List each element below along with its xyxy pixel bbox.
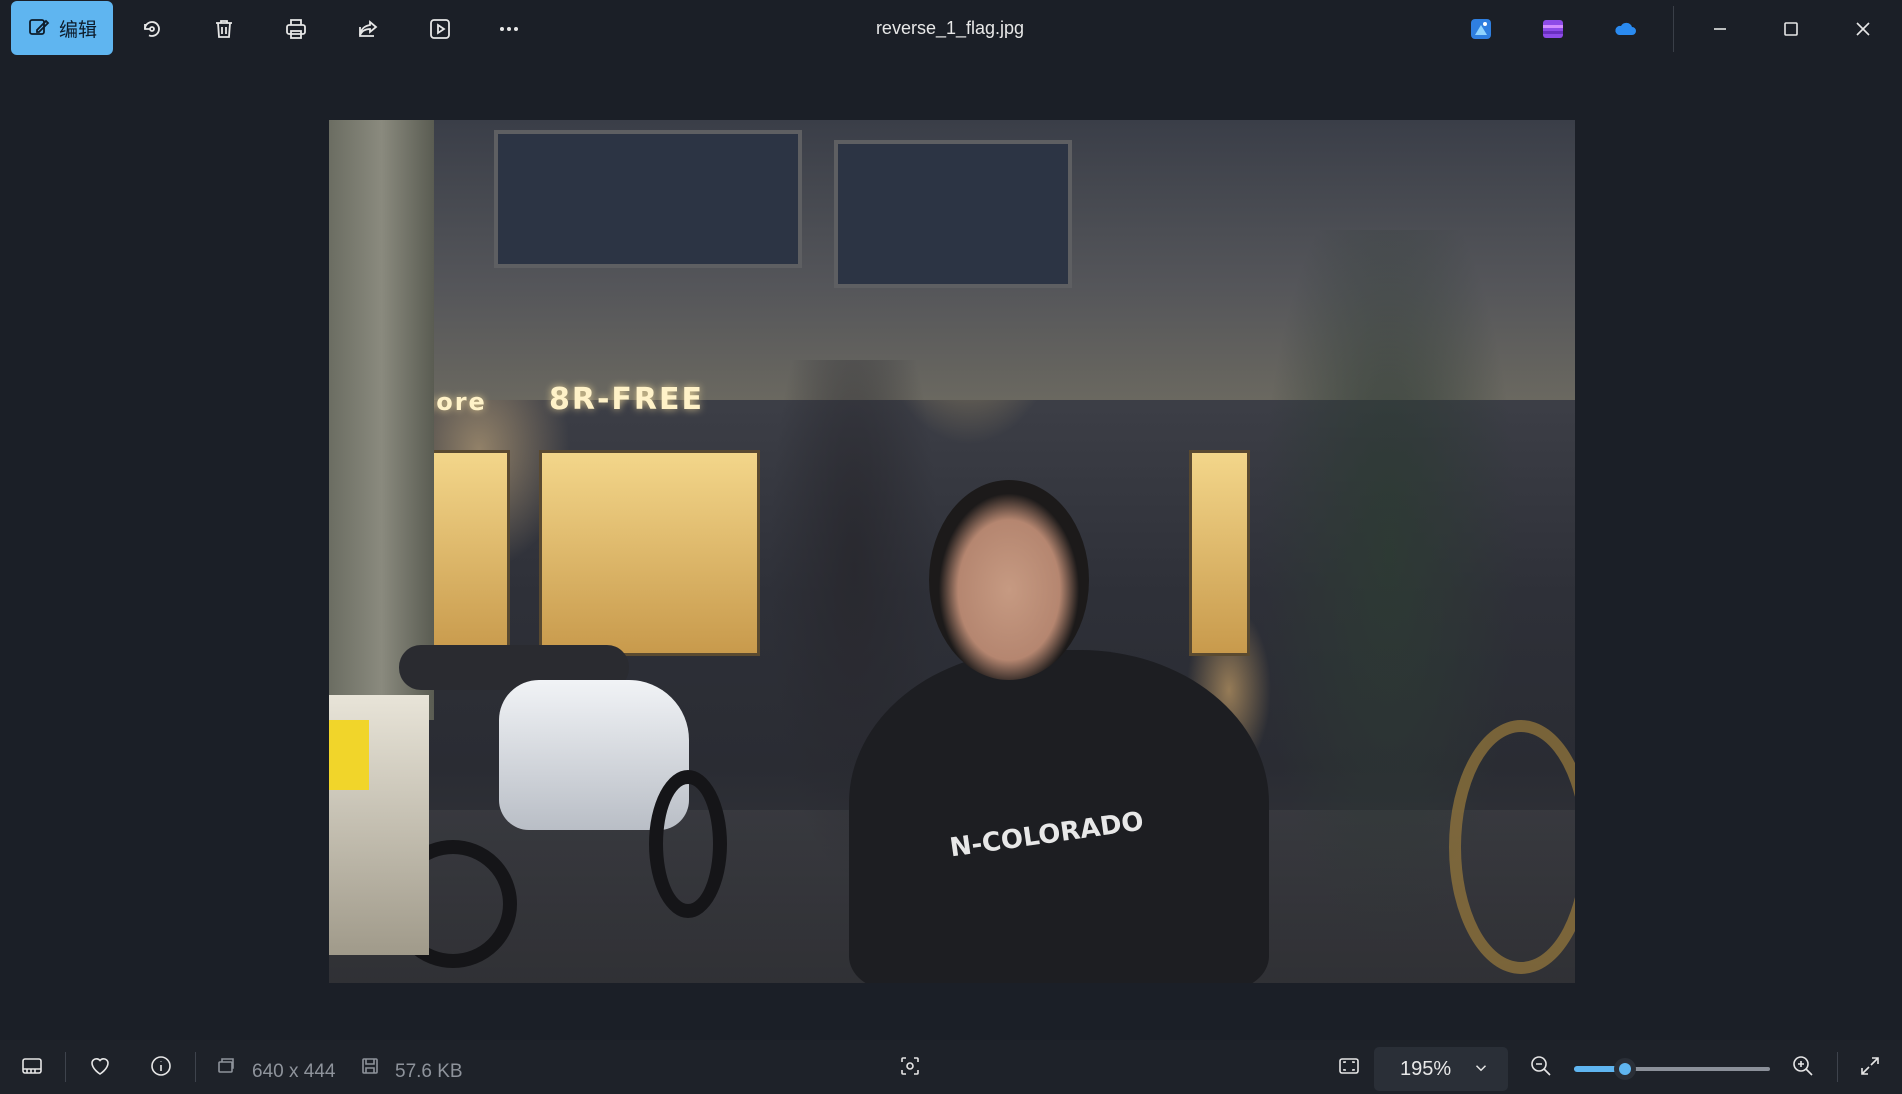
- top-toolbar: 编辑 reverse_1_flag.jpg: [0, 0, 1902, 58]
- building-window: [494, 130, 802, 268]
- edit-label: 编辑: [58, 19, 97, 41]
- zoom-level-dropdown[interactable]: 195%: [1374, 1047, 1508, 1091]
- favorite-button[interactable]: [82, 1048, 118, 1084]
- designer-button[interactable]: [1462, 10, 1500, 48]
- slideshow-button[interactable]: [421, 10, 459, 48]
- fullscreen-button[interactable]: [1852, 1048, 1888, 1084]
- toolbar-divider: [1673, 6, 1674, 52]
- woman-hoodie: [849, 650, 1269, 983]
- shop-sign-right: 8R-FREE: [549, 382, 705, 417]
- close-button[interactable]: [1844, 10, 1882, 48]
- more-icon: [500, 27, 518, 31]
- scooter-wheel: [649, 770, 727, 918]
- minimize-icon: [1714, 28, 1726, 30]
- status-divider: [65, 1052, 66, 1082]
- dimensions-icon-wrap: [208, 1048, 244, 1084]
- maximize-icon: [1784, 22, 1798, 36]
- slideshow-icon: [430, 19, 450, 39]
- close-icon: [1856, 22, 1870, 36]
- chevron-down-icon: [1475, 1065, 1487, 1072]
- print-icon: [286, 19, 306, 39]
- rotate-button[interactable]: [133, 10, 171, 48]
- filmstrip-icon: [22, 1058, 42, 1074]
- image-dimensions: 640 x 444: [252, 1061, 336, 1082]
- print-button[interactable]: [277, 10, 315, 48]
- rotate-icon: [144, 21, 160, 37]
- clipchamp-button[interactable]: [1534, 10, 1572, 48]
- clipchamp-icon: [1543, 20, 1563, 38]
- visual-search-icon: [901, 1057, 919, 1075]
- woman-head: [929, 480, 1089, 680]
- zoom-out-icon: [1531, 1056, 1551, 1076]
- zoom-in-button[interactable]: [1785, 1048, 1821, 1084]
- filmstrip-button[interactable]: [14, 1048, 50, 1084]
- status-divider: [195, 1052, 196, 1082]
- fit-screen-icon: [1339, 1058, 1359, 1074]
- zoom-out-button[interactable]: [1523, 1048, 1559, 1084]
- maximize-button[interactable]: [1772, 10, 1810, 48]
- info-button[interactable]: [143, 1048, 179, 1084]
- onedrive-icon: [1615, 22, 1636, 35]
- dimensions-icon: [218, 1058, 234, 1073]
- yellow-sign: [329, 720, 369, 790]
- shop-window: [1189, 450, 1250, 656]
- designer-icon: [1471, 19, 1491, 39]
- delete-icon: [216, 20, 232, 38]
- heart-icon: [91, 1058, 109, 1075]
- status-divider: [1837, 1052, 1838, 1082]
- zoom-in-icon: [1793, 1056, 1813, 1076]
- onedrive-button[interactable]: [1606, 10, 1644, 48]
- more-button[interactable]: [490, 10, 528, 48]
- save-icon: [362, 1058, 378, 1074]
- share-icon: [359, 20, 378, 37]
- file-size: 57.6 KB: [395, 1061, 463, 1082]
- file-title: reverse_1_flag.jpg: [875, 18, 1025, 38]
- zoom-level: 195%: [1400, 1057, 1452, 1080]
- expand-icon: [1861, 1057, 1879, 1075]
- delete-button[interactable]: [205, 10, 243, 48]
- photo-viewer-image: ımore 8R-FREE N-COLORADO: [329, 120, 1575, 983]
- edit-button[interactable]: 编辑: [11, 1, 113, 55]
- zoom-slider-thumb[interactable]: [1613, 1058, 1636, 1080]
- tree-trunk: [329, 120, 434, 720]
- building-window: [834, 140, 1072, 288]
- share-button[interactable]: [349, 10, 387, 48]
- minimize-button[interactable]: [1701, 10, 1739, 48]
- fit-to-window-button[interactable]: [1331, 1048, 1367, 1084]
- info-icon: [151, 1056, 171, 1076]
- shop-window: [539, 450, 760, 656]
- visual-search-button[interactable]: [892, 1048, 928, 1084]
- edit-icon: [29, 19, 50, 35]
- filesize-icon-wrap: [352, 1048, 388, 1084]
